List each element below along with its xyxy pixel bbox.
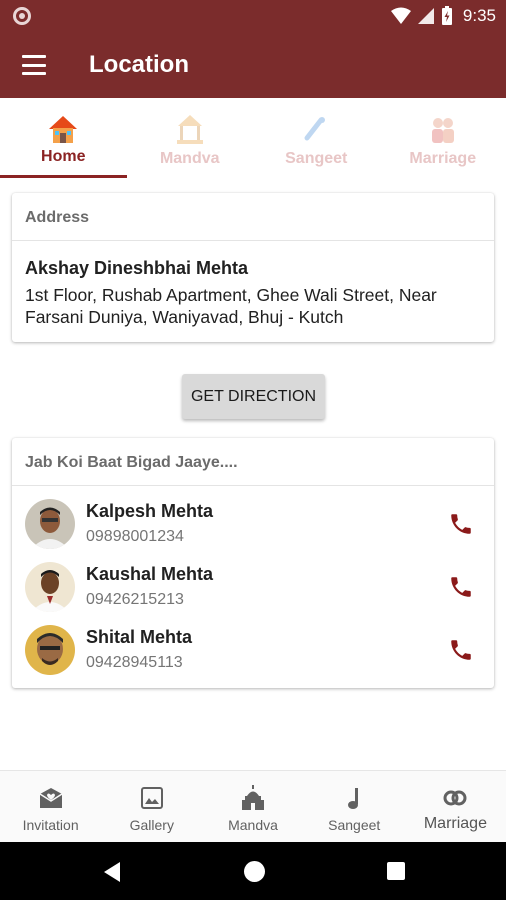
list-item: Shital Mehta 09428945113 <box>12 625 494 685</box>
gallery-icon <box>140 787 163 809</box>
sangeet-icon <box>304 117 326 141</box>
tab-label: Home <box>41 148 86 165</box>
status-bar: 9:35 <box>0 0 506 32</box>
phone-icon[interactable] <box>448 574 474 600</box>
signal-icon <box>417 8 434 24</box>
nav-label: Sangeet <box>328 817 381 833</box>
phone-icon[interactable] <box>448 511 474 537</box>
recent-apps-icon[interactable] <box>387 862 405 880</box>
contact-phone: 09898001234 <box>86 528 184 545</box>
couple-icon <box>431 118 454 143</box>
notification-icon <box>13 7 31 25</box>
battery-icon <box>441 6 452 25</box>
status-time: 9:35 <box>462 6 496 25</box>
invitation-icon <box>39 788 62 808</box>
tab-mandva[interactable]: Mandva <box>127 98 254 180</box>
nav-label: Mandva <box>228 817 278 833</box>
get-direction-button[interactable]: GET DIRECTION <box>182 374 325 419</box>
avatar <box>25 562 75 612</box>
avatar <box>25 625 75 675</box>
status-icons: 9:35 <box>390 6 496 26</box>
contact-phone: 09426215213 <box>86 591 184 608</box>
music-note-icon <box>348 788 359 809</box>
contact-name: Shital Mehta <box>86 627 193 647</box>
nav-mandva[interactable]: Mandva <box>202 771 303 842</box>
contact-phone: 09428945113 <box>86 654 183 671</box>
address-card: Address Akshay Dineshbhai Mehta 1st Floo… <box>12 193 494 342</box>
nav-invitation[interactable]: Invitation <box>0 771 101 842</box>
tab-label: Mandva <box>159 150 220 167</box>
contact-name: Kaushal Mehta <box>86 564 214 584</box>
nav-sangeet[interactable]: Sangeet <box>304 771 405 842</box>
house-icon <box>49 116 78 143</box>
contact-name: Kalpesh Mehta <box>86 501 214 521</box>
app-bar: Location <box>0 32 506 98</box>
mandap-icon <box>176 115 203 144</box>
contacts-card: Jab Koi Baat Bigad Jaaye.... Kalpesh Meh… <box>12 438 494 688</box>
phone-icon[interactable] <box>448 637 474 663</box>
tab-label: Sangeet <box>285 150 348 167</box>
menu-icon[interactable] <box>20 52 48 78</box>
rings-icon <box>443 790 467 806</box>
tab-sangeet[interactable]: Sangeet <box>253 98 380 180</box>
back-icon[interactable] <box>102 861 122 883</box>
temple-icon <box>242 785 264 810</box>
nav-label: Gallery <box>129 817 174 833</box>
nav-gallery[interactable]: Gallery <box>101 771 202 842</box>
address-name: Akshay Dineshbhai Mehta <box>25 258 249 278</box>
nav-marriage[interactable]: Marriage <box>405 771 506 842</box>
address-header: Address <box>12 193 494 241</box>
tab-label: Marriage <box>409 150 477 167</box>
active-tab-indicator <box>0 175 127 178</box>
system-nav-bar <box>0 842 506 900</box>
contacts-header: Jab Koi Baat Bigad Jaaye.... <box>12 438 494 486</box>
nav-label: Marriage <box>423 815 487 832</box>
list-item: Kaushal Mehta 09426215213 <box>12 562 494 622</box>
bottom-navigation: Invitation Gallery Mandva Sangeet Marria… <box>0 770 506 842</box>
tab-bar: Home Mandva Sangeet Marriage <box>0 98 506 180</box>
nav-label: Invitation <box>22 817 79 833</box>
tab-home[interactable]: Home <box>0 98 127 180</box>
avatar <box>25 499 75 549</box>
tab-marriage[interactable]: Marriage <box>380 98 506 180</box>
page-title: Location <box>89 51 189 78</box>
address-text: 1st Floor, Rushab Apartment, Ghee Wali S… <box>25 285 437 327</box>
wifi-icon <box>390 7 411 24</box>
list-item: Kalpesh Mehta 09898001234 <box>12 499 494 559</box>
home-icon[interactable] <box>244 861 265 882</box>
